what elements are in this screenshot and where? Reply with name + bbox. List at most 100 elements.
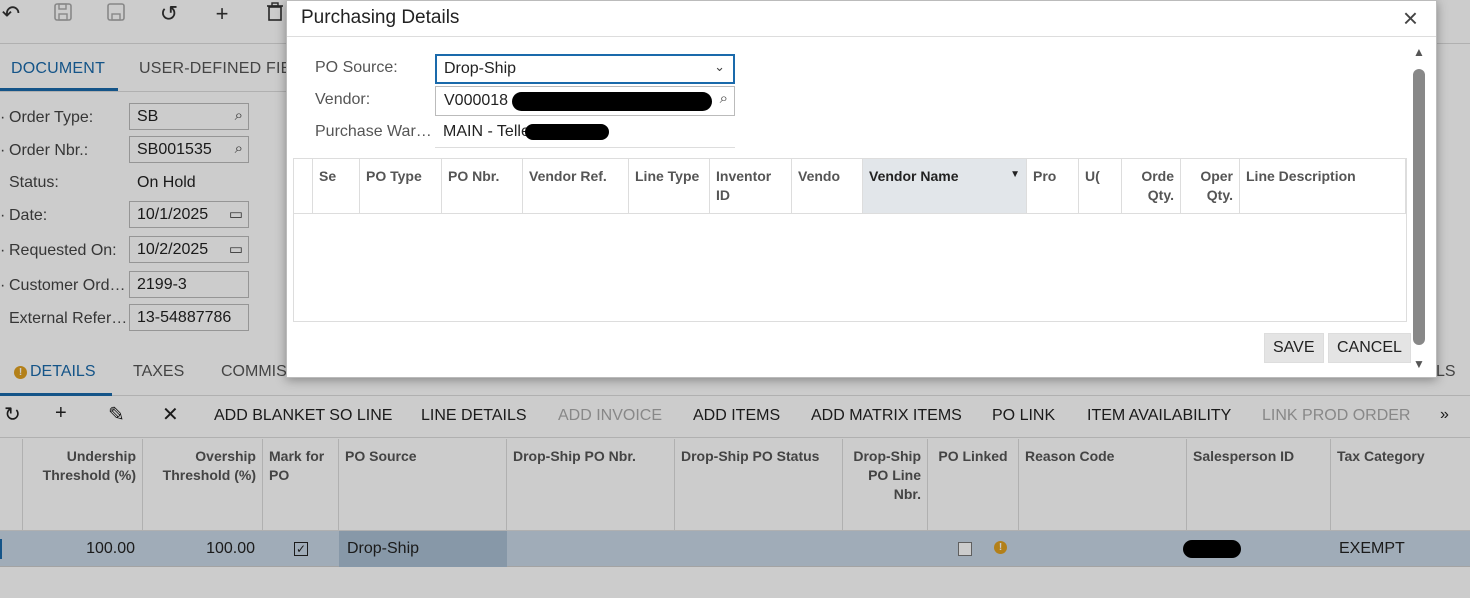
tax-category-cell[interactable]: EXEMPT <box>1331 531 1470 567</box>
grid-column-header-sorted[interactable]: Vendor Name ▼ <box>863 159 1027 213</box>
status-value: On Hold <box>137 174 196 191</box>
vendor-field[interactable]: V000018 - ⌕ <box>435 86 735 116</box>
purchase-warehouse-value: MAIN - Tellerex <box>435 118 735 148</box>
scroll-down-icon[interactable]: ▼ <box>1412 357 1426 371</box>
grid-column-header[interactable]: Pro <box>1027 159 1079 213</box>
grid-column-header[interactable]: Overship Threshold (%) <box>143 439 263 531</box>
grid-column-header[interactable]: Vendor Ref. <box>523 159 629 213</box>
add-blanket-so-line-button[interactable]: ADD BLANKET SO LINE <box>214 407 392 425</box>
external-ref-field[interactable]: 13-54887786 <box>129 304 249 331</box>
po-source-cell[interactable]: Drop-Ship <box>339 531 507 567</box>
dialog-title: Purchasing Details <box>301 7 460 28</box>
grid-column-header[interactable]: Oper Qty. <box>1181 159 1240 213</box>
grid-header-divider <box>294 213 1406 214</box>
active-tab-underline <box>0 88 118 91</box>
save-close-icon[interactable] <box>48 2 78 32</box>
order-nbr-field[interactable]: SB001535 ⌕ <box>129 136 249 163</box>
search-icon[interactable]: ⌕ <box>235 107 243 124</box>
sort-desc-icon[interactable]: ▼ <box>1010 165 1020 184</box>
vendor-value: V000018 - <box>444 92 518 109</box>
salesperson-cell[interactable] <box>1183 531 1331 567</box>
grid-column-header[interactable]: U( <box>1079 159 1122 213</box>
close-icon[interactable]: × <box>1403 3 1418 34</box>
chevron-down-icon[interactable]: ⌄ <box>714 59 725 75</box>
grid-column-header[interactable]: Salesperson ID <box>1187 439 1331 531</box>
calendar-icon[interactable]: ▭ <box>229 240 243 258</box>
search-icon[interactable]: ⌕ <box>235 140 243 157</box>
customer-ord-row: · Customer Ord… 2199-3 <box>0 271 300 299</box>
undo-icon[interactable]: ↺ <box>154 2 184 32</box>
add-icon[interactable]: + <box>207 2 237 32</box>
redaction-mark <box>1183 540 1241 558</box>
grid-column-header[interactable]: Inventor ID <box>710 159 792 213</box>
tab-document[interactable]: DOCUMENT <box>11 60 105 78</box>
more-icon[interactable]: » <box>1440 406 1449 424</box>
customer-ord-field[interactable]: 2199-3 <box>129 271 249 298</box>
tab-details[interactable]: ! DETAILS <box>14 363 96 381</box>
requested-on-label: · Requested On: <box>0 242 117 259</box>
grid-column-header[interactable]: Undership Threshold (%) <box>23 439 143 531</box>
po-source-label: PO Source: <box>315 59 398 76</box>
grid-column-header[interactable]: PO Linked <box>928 439 1019 531</box>
mark-for-po-cell[interactable]: ✓ <box>263 531 339 567</box>
po-link-button[interactable]: PO LINK <box>992 407 1055 425</box>
tab-commissions[interactable]: COMMIS <box>221 363 287 381</box>
search-icon[interactable]: ⌕ <box>720 90 728 107</box>
grid-column-header[interactable]: PO Type <box>360 159 442 213</box>
checkbox-checked-icon[interactable]: ✓ <box>294 542 308 556</box>
grid-column-header[interactable]: Drop-Ship PO Line Nbr. <box>843 439 928 531</box>
dialog-header: Purchasing Details × <box>287 1 1436 37</box>
purchase-warehouse-label: Purchase War… <box>315 123 432 140</box>
grid-column-header[interactable]: PO Nbr. <box>442 159 523 213</box>
item-availability-button[interactable]: ITEM AVAILABILITY <box>1087 407 1231 425</box>
grid-column-header[interactable]: Drop-Ship PO Nbr. <box>507 439 675 531</box>
overship-cell[interactable]: 100.00 <box>143 531 263 567</box>
grid-column-header[interactable]: Line Description <box>1240 159 1406 213</box>
add-invoice-button[interactable]: ADD INVOICE <box>558 407 662 425</box>
back-icon[interactable]: ↶ <box>0 2 26 32</box>
grid-column-header[interactable]: PO Source <box>339 439 507 531</box>
grid-column-header <box>0 439 23 531</box>
scroll-up-icon[interactable]: ▲ <box>1412 45 1426 59</box>
grid-column-header[interactable]: Vendo <box>792 159 863 213</box>
order-type-label: · Order Type: <box>0 109 94 126</box>
checkbox-unchecked-icon[interactable] <box>958 542 972 556</box>
po-linked-cell[interactable]: ! <box>928 531 1019 567</box>
requested-on-field[interactable]: 10/2/2025 ▭ <box>129 236 249 263</box>
scrollbar-thumb[interactable] <box>1413 69 1425 345</box>
line-details-button[interactable]: LINE DETAILS <box>421 407 527 425</box>
customer-ord-label: · Customer Ord… <box>0 277 126 294</box>
grid-column-header[interactable]: Reason Code <box>1019 439 1187 531</box>
grid-column-header[interactable]: Mark for PO <box>263 439 339 531</box>
table-row[interactable]: 100.00 100.00 ✓ Drop-Ship ! EXEMPT <box>0 531 1470 567</box>
grid-column-header[interactable]: Line Type <box>629 159 710 213</box>
tab-more[interactable]: LS <box>1436 363 1456 381</box>
dialog-scrollbar[interactable]: ▲ ▼ <box>1412 45 1426 371</box>
add-row-icon[interactable]: + <box>55 402 67 425</box>
order-type-field[interactable]: SB ⌕ <box>129 103 249 130</box>
calendar-icon[interactable]: ▭ <box>229 205 243 223</box>
edit-icon[interactable]: ✎ <box>108 402 125 427</box>
date-label: · Date: <box>0 207 48 224</box>
undership-cell[interactable]: 100.00 <box>23 531 143 567</box>
tab-user-defined-fields[interactable]: USER-DEFINED FIE <box>139 60 292 78</box>
date-field[interactable]: 10/1/2025 ▭ <box>129 201 249 228</box>
link-prod-order-button[interactable]: LINK PROD ORDER <box>1262 407 1410 425</box>
grid-column-header[interactable]: Drop-Ship PO Status <box>675 439 843 531</box>
external-ref-row: External Refer… 13-54887786 <box>0 304 300 332</box>
save-icon[interactable] <box>101 2 131 32</box>
grid-column-header[interactable]: Orde Qty. <box>1122 159 1181 213</box>
po-source-value: Drop-Ship <box>444 60 517 77</box>
po-source-select[interactable]: Drop-Ship ⌄ <box>435 54 735 84</box>
vendor-row: Vendor: V000018 - ⌕ <box>315 86 775 116</box>
save-button[interactable]: SAVE <box>1264 333 1324 363</box>
add-matrix-items-button[interactable]: ADD MATRIX ITEMS <box>811 407 962 425</box>
grid-column-header[interactable]: Se <box>313 159 360 213</box>
purchasing-details-dialog: Purchasing Details × PO Source: Drop-Shi… <box>286 0 1437 378</box>
refresh-icon[interactable]: ↻ <box>4 402 21 427</box>
tab-taxes[interactable]: TAXES <box>133 363 184 381</box>
add-items-button[interactable]: ADD ITEMS <box>693 407 780 425</box>
delete-row-icon[interactable]: ✕ <box>162 402 179 427</box>
grid-column-header[interactable]: Tax Category <box>1331 439 1470 531</box>
cancel-button[interactable]: CANCEL <box>1328 333 1411 363</box>
